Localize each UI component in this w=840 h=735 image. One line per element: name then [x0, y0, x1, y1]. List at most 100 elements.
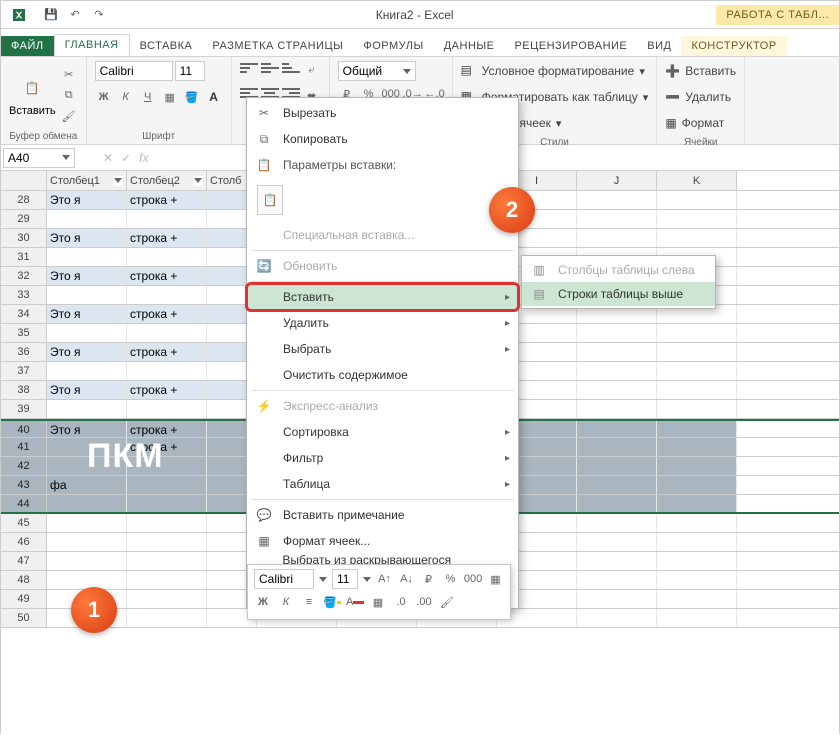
ctx-copy[interactable]: ⧉Копировать: [247, 126, 518, 152]
cell[interactable]: [657, 381, 737, 399]
cell[interactable]: строка +: [127, 267, 207, 285]
tab-formulas[interactable]: ФОРМУЛЫ: [353, 36, 433, 56]
cell[interactable]: [127, 286, 207, 304]
copy-icon[interactable]: ⧉: [60, 86, 78, 104]
ctx-insert-comment[interactable]: 💬Вставить примечание: [247, 502, 518, 528]
cell[interactable]: [47, 438, 127, 456]
cell[interactable]: [657, 362, 737, 380]
tab-home[interactable]: ГЛАВНАЯ: [54, 34, 130, 56]
cell[interactable]: [127, 609, 207, 627]
cell[interactable]: [127, 533, 207, 551]
row-header[interactable]: 49: [1, 590, 47, 608]
underline-button[interactable]: Ч: [139, 88, 157, 106]
cell[interactable]: [657, 552, 737, 570]
row-header[interactable]: 46: [1, 533, 47, 551]
font-name-input[interactable]: [95, 61, 173, 81]
cell[interactable]: [577, 476, 657, 494]
cell[interactable]: строка +: [127, 381, 207, 399]
row-header[interactable]: 40: [1, 421, 47, 437]
column-header[interactable]: J: [577, 171, 657, 190]
ctx-sort[interactable]: Сортировка: [247, 419, 518, 445]
bold-button[interactable]: Ж: [95, 88, 113, 106]
tab-design[interactable]: КОНСТРУКТОР: [681, 36, 786, 56]
mini-inc-dec-icon[interactable]: .0: [392, 593, 410, 611]
cell[interactable]: [127, 552, 207, 570]
ctx-table[interactable]: Таблица: [247, 471, 518, 497]
cell[interactable]: [47, 248, 127, 266]
cell[interactable]: [657, 533, 737, 551]
cell[interactable]: [577, 609, 657, 627]
tab-view[interactable]: ВИД: [637, 36, 681, 56]
row-header[interactable]: 31: [1, 248, 47, 266]
cut-icon[interactable]: ✂: [60, 65, 78, 83]
cell[interactable]: [657, 210, 737, 228]
row-header[interactable]: 42: [1, 457, 47, 475]
undo-icon[interactable]: ↶: [67, 7, 83, 23]
cell[interactable]: Это я: [47, 343, 127, 361]
cell[interactable]: Это я: [47, 229, 127, 247]
cell[interactable]: [577, 495, 657, 512]
cell[interactable]: [657, 400, 737, 418]
tab-insert[interactable]: ВСТАВКА: [130, 36, 203, 56]
cell[interactable]: [47, 533, 127, 551]
column-header-2[interactable]: Столбец2: [127, 171, 207, 190]
row-header[interactable]: 38: [1, 381, 47, 399]
cell[interactable]: [657, 191, 737, 209]
fx-icon[interactable]: fx: [139, 151, 148, 165]
cell[interactable]: [657, 421, 737, 437]
mini-bold[interactable]: Ж: [254, 593, 272, 611]
cell[interactable]: [577, 438, 657, 456]
ctx-paste-button[interactable]: 📋: [257, 185, 283, 215]
cell[interactable]: [47, 571, 127, 589]
cell[interactable]: [657, 229, 737, 247]
font-color-icon[interactable]: A: [205, 88, 223, 106]
cell[interactable]: [127, 248, 207, 266]
cell[interactable]: [47, 324, 127, 342]
cell[interactable]: [577, 362, 657, 380]
number-format-select[interactable]: Общий: [338, 61, 416, 81]
cell[interactable]: [47, 210, 127, 228]
cell[interactable]: [577, 590, 657, 608]
mini-border-icon[interactable]: ▦: [487, 570, 504, 588]
row-header[interactable]: 41: [1, 438, 47, 456]
row-header[interactable]: 28: [1, 191, 47, 209]
row-header[interactable]: 39: [1, 400, 47, 418]
mini-borders-icon[interactable]: ▦: [369, 593, 387, 611]
mini-font-name[interactable]: [254, 569, 314, 589]
row-header[interactable]: 29: [1, 210, 47, 228]
mini-align-icon[interactable]: ≡: [300, 593, 318, 611]
row-header[interactable]: 45: [1, 514, 47, 532]
mini-fill-color-icon[interactable]: 🪣: [323, 593, 341, 611]
row-header[interactable]: 32: [1, 267, 47, 285]
paste-icon[interactable]: 📋: [18, 74, 46, 102]
cells-delete-button[interactable]: ➖Удалить: [665, 87, 736, 107]
cell[interactable]: Это я: [47, 191, 127, 209]
mini-grow-font-icon[interactable]: A↑: [376, 570, 393, 588]
row-header[interactable]: 33: [1, 286, 47, 304]
cell[interactable]: Это я: [47, 267, 127, 285]
mini-shrink-font-icon[interactable]: A↓: [398, 570, 415, 588]
cell[interactable]: [127, 514, 207, 532]
cell[interactable]: [657, 495, 737, 512]
cell[interactable]: [127, 362, 207, 380]
font-size-input[interactable]: [175, 61, 205, 81]
cell[interactable]: [127, 324, 207, 342]
wrap-text-icon[interactable]: ⤶: [303, 61, 321, 79]
cell[interactable]: [127, 457, 207, 475]
border-icon[interactable]: ▦: [161, 88, 179, 106]
row-header[interactable]: 50: [1, 609, 47, 627]
cell[interactable]: строка +: [127, 421, 207, 437]
cell[interactable]: [657, 590, 737, 608]
fill-color-icon[interactable]: 🪣: [183, 88, 201, 106]
cell[interactable]: [47, 400, 127, 418]
cell[interactable]: [577, 571, 657, 589]
save-icon[interactable]: 💾: [43, 7, 59, 23]
cell[interactable]: [577, 421, 657, 437]
conditional-formatting-button[interactable]: ▤Условное форматирование ▾: [461, 61, 649, 81]
italic-button[interactable]: К: [117, 88, 135, 106]
mini-comma-icon[interactable]: 000: [464, 570, 482, 588]
mini-font-color-icon[interactable]: A: [346, 593, 364, 611]
cell[interactable]: [127, 210, 207, 228]
row-header[interactable]: 34: [1, 305, 47, 323]
align-top-icon[interactable]: [240, 61, 258, 75]
